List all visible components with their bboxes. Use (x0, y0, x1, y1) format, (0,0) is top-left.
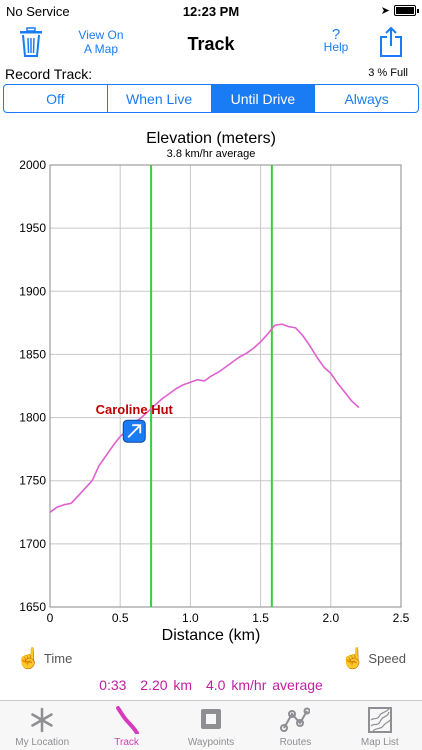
tab-map-list[interactable]: Map List (338, 701, 422, 750)
x-tick-label: 1.0 (182, 611, 199, 625)
record-option-off[interactable]: Off (4, 85, 108, 112)
clock: 12:23 PM (182, 4, 240, 19)
x-axis-label: Distance (km) (161, 627, 261, 644)
y-tick-label: 1750 (19, 474, 46, 488)
hand-pointer-icon: ☝ (340, 648, 366, 670)
route-icon (280, 707, 311, 732)
tab-label: Routes (279, 737, 312, 748)
summary-time: 0:33 (99, 677, 127, 693)
y-tick-label: 1950 (19, 221, 46, 235)
tab-bar: My Location Track Waypoints Routes Map L… (0, 700, 422, 750)
location-arrow-icon: ➤ (380, 5, 390, 17)
track-icon (115, 706, 139, 734)
map-icon (367, 707, 392, 733)
chart-title: Elevation (meters) (146, 130, 276, 147)
tab-waypoints[interactable]: Waypoints (169, 701, 253, 750)
record-track-label: Record Track: (5, 66, 93, 82)
waypoint-label: Caroline Hut (96, 402, 174, 417)
nav-bar: View On A Map Track ? Help (0, 22, 422, 64)
status-bar: No Service 12:23 PM ➤ (0, 0, 422, 22)
elevation-chart[interactable]: 0 0.5 1.0 1.5 2.0 2.5 1650 1700 1750 1800 1850 1900… (0, 158, 422, 628)
y-tick-label: 1900 (19, 284, 46, 298)
y-tick-label: 1650 (19, 600, 46, 614)
x-tick-label: 1.5 (252, 611, 269, 625)
share-icon (380, 26, 402, 57)
tab-track[interactable]: Track (84, 701, 168, 750)
battery-icon (394, 5, 419, 16)
speed-label: Speed (368, 651, 406, 666)
summary-speed: 4.0 km/hr average (206, 677, 323, 693)
x-tick-label: 2.5 (393, 611, 410, 625)
track-summary: 0:33 2.20 km 4.0 km/hr average (0, 677, 422, 693)
summary-distance: 2.20 km (140, 677, 193, 693)
snowflake-icon (31, 707, 53, 733)
hand-pointer-icon: ☝ (16, 648, 41, 670)
time-label: Time (43, 651, 73, 666)
tab-label: Waypoints (187, 737, 235, 748)
record-option-always[interactable]: Always (315, 85, 418, 112)
record-option-when-live[interactable]: When Live (108, 85, 212, 112)
x-tick-label: 2.0 (322, 611, 339, 625)
tab-label: Track (114, 737, 139, 748)
share-button[interactable] (378, 26, 404, 58)
storage-status: 3 % Full (368, 67, 408, 79)
plot-frame (49, 164, 402, 608)
time-control[interactable]: ☝ Time (16, 646, 72, 671)
y-tick-label: 1800 (19, 411, 46, 425)
speed-control[interactable]: ☝ Speed (341, 646, 407, 671)
x-tick-label: 0.5 (112, 611, 129, 625)
waypoint-square-icon (201, 709, 222, 729)
x-tick-label: 0 (47, 611, 54, 625)
record-option-until-drive[interactable]: Until Drive (211, 85, 316, 112)
y-tick-label: 2000 (19, 158, 46, 172)
tab-label: Map List (360, 737, 399, 748)
tab-routes[interactable]: Routes (253, 701, 337, 750)
tab-my-location[interactable]: My Location (0, 701, 84, 750)
record-mode-selector: Off When Live Until Drive Always (3, 84, 419, 113)
elevation-series-line (49, 323, 360, 513)
help-button[interactable]: ? Help (322, 27, 350, 54)
y-tick-label: 1700 (19, 537, 46, 551)
y-tick-label: 1850 (19, 347, 46, 361)
help-label: Help (323, 40, 349, 54)
tab-label: My Location (15, 737, 70, 748)
page-title: Track (187, 34, 235, 54)
